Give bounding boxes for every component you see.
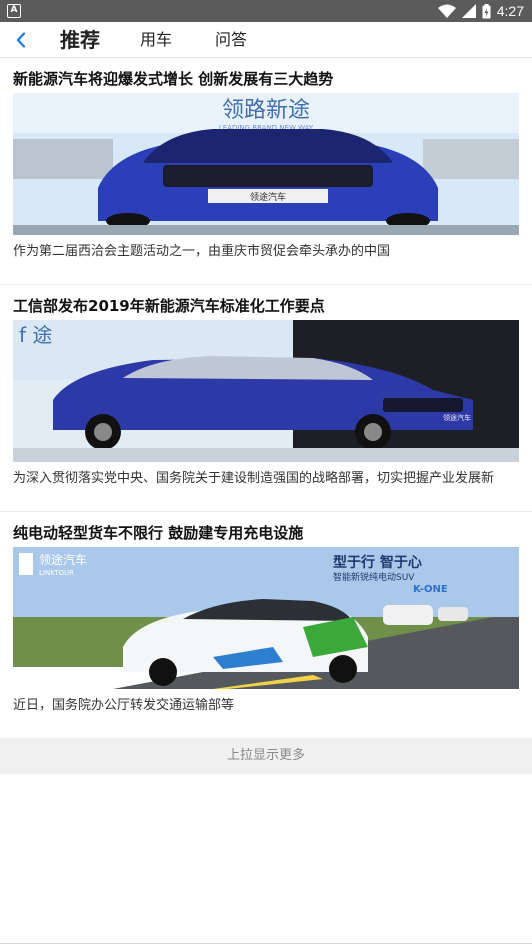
article-summary: 为深入贯彻落实党中央、国务院关于建设制造强国的战略部署，切实把握产业发展新 [13,471,495,486]
article-title[interactable]: 工信部发布2019年新能源汽车标准化工作要点 [13,295,325,316]
article-image[interactable]: 领路新途 LEADING BRAND NEW WAY 领途汽车 [13,93,519,235]
banner-text: 领路新途 [222,98,310,123]
article-image[interactable]: f 途 领途汽车 [13,320,519,462]
chevron-left-icon [16,32,26,48]
brand-en-text: LINKTOUR [39,569,74,577]
model-text: K-ONE [413,584,448,595]
car-plate: 领途汽车 [250,191,286,203]
car-plate: 领途汽车 [443,413,471,422]
slogan2-text: 智能新锐纯电动SUV [333,571,415,583]
battery-icon [482,3,491,18]
tab-recommend[interactable]: 推荐 [60,22,100,58]
article-card[interactable]: 纯电动轻型货车不限行 鼓励建专用充电设施 领途汽车 LINKTOUR 型于行 智… [0,512,532,739]
tab-car-use[interactable]: 用车 [140,22,172,58]
slogan-text: 型于行 智于心 [333,554,422,571]
tab-qa[interactable]: 问答 [215,22,247,58]
status-icons: 4:27 [437,0,524,22]
article-title[interactable]: 纯电动轻型货车不限行 鼓励建专用充电设施 [13,522,303,543]
article-feed: 新能源汽车将迎爆发式增长 创新发展有三大趋势 领路新途 LEADING BRAN… [0,58,532,739]
article-card[interactable]: 新能源汽车将迎爆发式增长 创新发展有三大趋势 领路新途 LEADING BRAN… [0,58,532,285]
article-card[interactable]: 工信部发布2019年新能源汽车标准化工作要点 f 途 领途汽车 为深入贯彻落实党… [0,285,532,512]
top-nav: 推荐 用车 问答 [0,22,532,58]
article-title[interactable]: 新能源汽车将迎爆发式增长 创新发展有三大趋势 [13,68,333,89]
article-summary: 近日，国务院办公厅转发交通运输部等 [13,698,235,713]
banner-text: f 途 [19,323,52,347]
a-notification-icon: A [7,4,21,18]
clock-time: 4:27 [496,3,524,19]
status-bar: A 4:27 [0,0,532,22]
article-image[interactable]: 领途汽车 LINKTOUR 型于行 智于心 智能新锐纯电动SUV K-ONE [13,547,519,689]
load-more-hint[interactable]: 上拉显示更多 [0,738,532,774]
article-summary: 作为第二届西洽会主题活动之一，由重庆市贸促会牵头承办的中国 [13,244,391,259]
back-button[interactable] [10,26,32,54]
brand-text: 领途汽车 [39,552,87,567]
signal-icon [461,4,476,18]
wifi-icon [437,4,456,18]
